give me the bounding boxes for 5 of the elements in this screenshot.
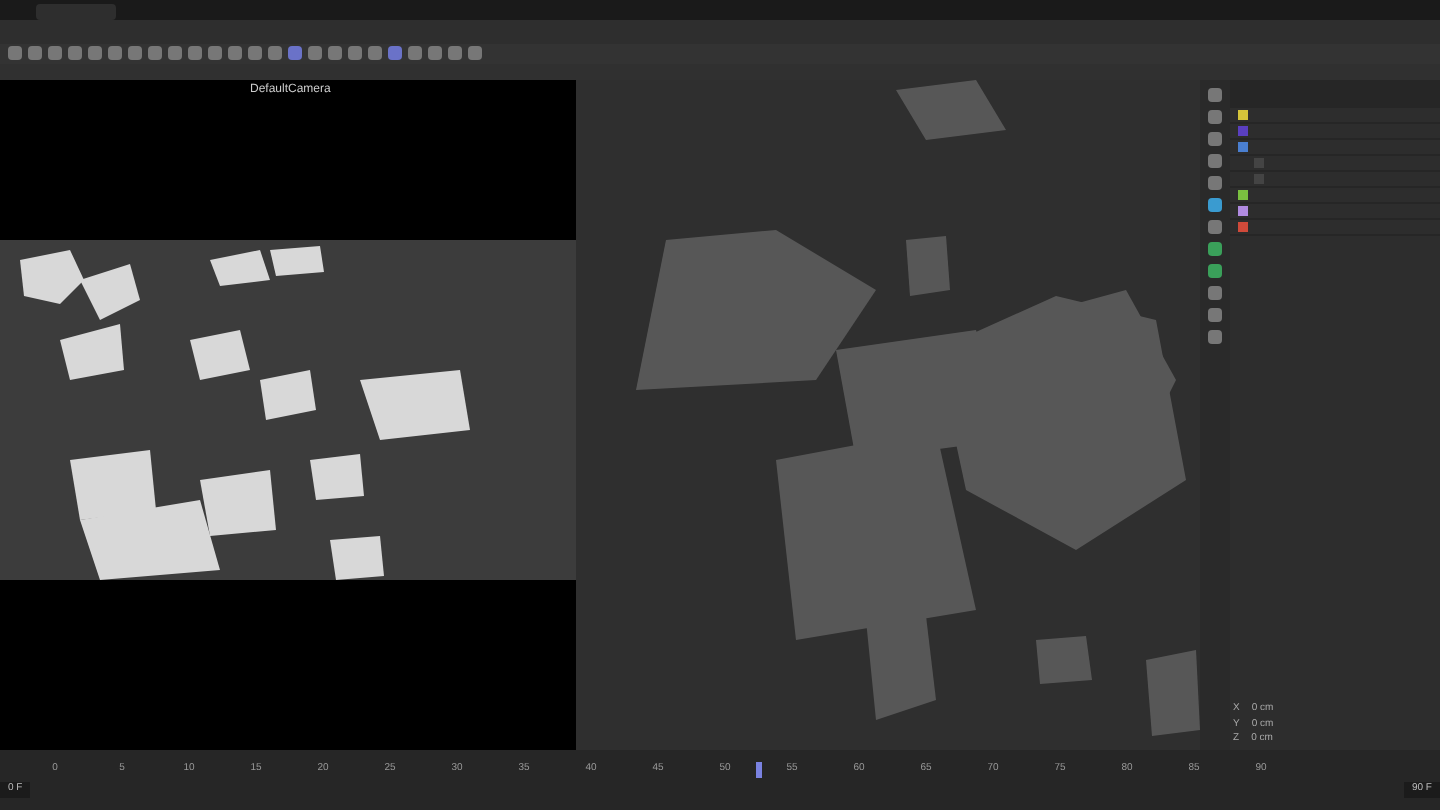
object-row[interactable]: [1230, 108, 1440, 124]
object-row[interactable]: [1230, 204, 1440, 220]
playhead[interactable]: [756, 762, 763, 778]
object-row[interactable]: [1230, 140, 1440, 156]
object-row[interactable]: [1230, 188, 1440, 204]
